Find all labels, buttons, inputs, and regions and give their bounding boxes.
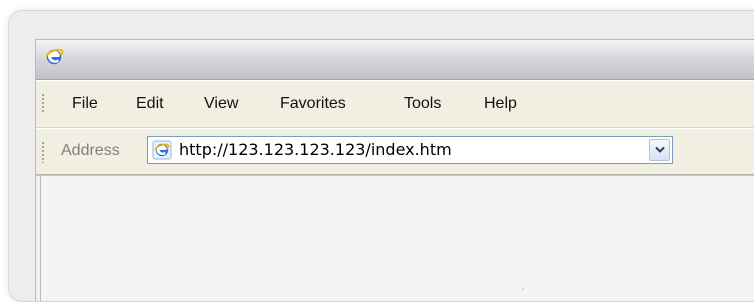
menu-view[interactable]: View bbox=[204, 94, 238, 114]
address-url: http://123.123.123.123/index.htm bbox=[179, 140, 452, 159]
address-dropdown-button[interactable] bbox=[649, 139, 670, 161]
address-field[interactable]: http://123.123.123.123/index.htm bbox=[147, 136, 673, 164]
menu-grip[interactable] bbox=[42, 93, 44, 114]
address-bar: Address http://123.123.123.123/index.htm bbox=[36, 128, 754, 175]
address-grip[interactable] bbox=[42, 141, 44, 163]
browser-window: File Edit View Favorites Tools Help Addr… bbox=[35, 39, 754, 301]
content-pane bbox=[40, 176, 754, 301]
address-label: Address bbox=[61, 142, 120, 159]
menu-tools[interactable]: Tools bbox=[404, 94, 441, 114]
chevron-down-icon bbox=[655, 146, 665, 153]
browser-content-area[interactable] bbox=[36, 175, 754, 301]
internet-explorer-page-icon bbox=[152, 140, 172, 160]
title-bar bbox=[36, 40, 754, 80]
menu-favorites[interactable]: Favorites bbox=[280, 94, 346, 114]
internet-explorer-icon bbox=[45, 48, 64, 65]
screenshot-frame: File Edit View Favorites Tools Help Addr… bbox=[8, 10, 754, 302]
menu-file[interactable]: File bbox=[72, 94, 98, 114]
content-mark bbox=[522, 288, 524, 290]
menu-edit[interactable]: Edit bbox=[136, 94, 164, 114]
menu-help[interactable]: Help bbox=[484, 94, 517, 114]
menu-bar: File Edit View Favorites Tools Help bbox=[36, 80, 754, 128]
